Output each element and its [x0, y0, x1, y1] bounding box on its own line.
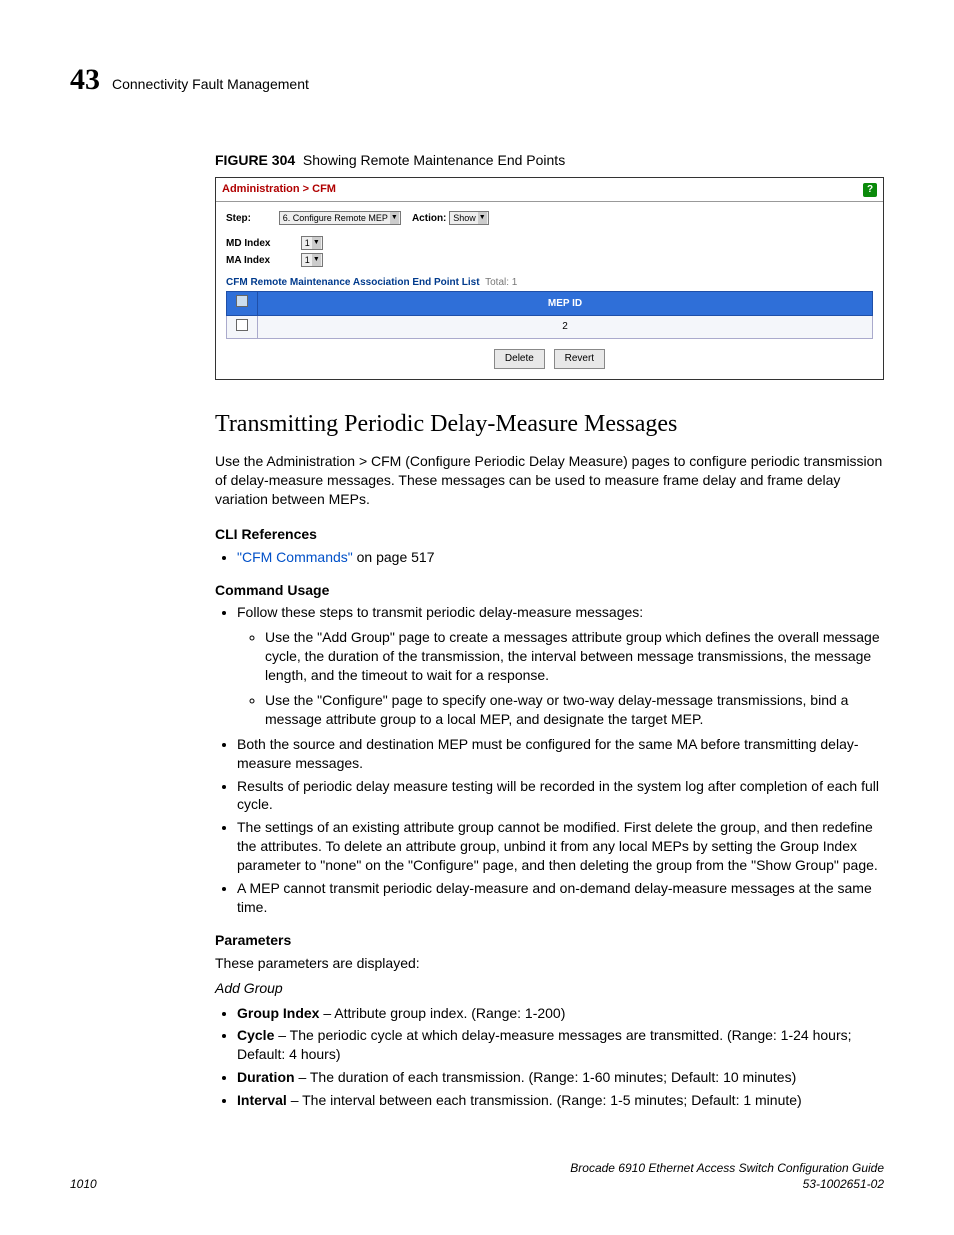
md-index-dropdown[interactable]: 1 — [301, 236, 323, 250]
list-title-text: CFM Remote Maintenance Association End P… — [226, 277, 480, 288]
usage-item: The settings of an existing attribute gr… — [237, 818, 884, 875]
table-row: 2 — [227, 315, 873, 339]
delete-button[interactable]: Delete — [494, 349, 545, 369]
parameters-heading: Parameters — [215, 931, 884, 950]
usage-text: Follow these steps to transmit periodic … — [237, 604, 643, 620]
page-header: 43 Connectivity Fault Management — [70, 60, 884, 101]
select-all-header[interactable] — [227, 292, 258, 316]
param-desc: – The periodic cycle at which delay-meas… — [237, 1027, 852, 1062]
list-title: CFM Remote Maintenance Association End P… — [226, 276, 873, 290]
figure-caption: FIGURE 304 Showing Remote Maintenance En… — [215, 151, 884, 170]
param-desc: – The duration of each transmission. (Ra… — [295, 1069, 797, 1085]
cli-reference-item: "CFM Commands" on page 517 — [237, 548, 884, 567]
param-item: Interval – The interval between each tra… — [237, 1091, 884, 1110]
section-title: Transmitting Periodic Delay-Measure Mess… — [215, 408, 884, 440]
figure-caption-text: Showing Remote Maintenance End Points — [303, 152, 565, 168]
usage-item: Results of periodic delay measure testin… — [237, 777, 884, 815]
add-group-heading: Add Group — [215, 979, 884, 998]
usage-subitem: Use the "Add Group" page to create a mes… — [265, 628, 884, 685]
param-item: Cycle – The periodic cycle at which dela… — [237, 1026, 884, 1064]
revert-button[interactable]: Revert — [554, 349, 605, 369]
step-dropdown[interactable]: 6. Configure Remote MEP — [279, 211, 401, 225]
row-checkbox-cell[interactable] — [227, 315, 258, 339]
chapter-number: 43 — [70, 60, 100, 101]
cfm-commands-link[interactable]: "CFM Commands" — [237, 549, 353, 565]
figure-label: FIGURE 304 — [215, 152, 295, 168]
doc-number: 53-1002651-02 — [570, 1176, 884, 1192]
param-name: Duration — [237, 1069, 295, 1085]
cli-references-heading: CLI References — [215, 525, 884, 544]
usage-item: A MEP cannot transmit periodic delay-mea… — [237, 879, 884, 917]
param-desc: – The interval between each transmission… — [287, 1092, 802, 1108]
ma-index-label: MA Index — [226, 254, 298, 268]
page-footer: 1010 Brocade 6910 Ethernet Access Switch… — [70, 1160, 884, 1192]
step-action-row: Step: 6. Configure Remote MEP Action: Sh… — [226, 211, 873, 226]
usage-item: Follow these steps to transmit periodic … — [237, 603, 884, 728]
col-mepid: MEP ID — [258, 292, 873, 316]
book-title: Brocade 6910 Ethernet Access Switch Conf… — [570, 1160, 884, 1176]
md-index-row: MD Index 1 — [226, 236, 873, 251]
breadcrumb-bar: Administration > CFM ? — [216, 178, 883, 202]
ma-index-dropdown[interactable]: 1 — [301, 253, 323, 267]
figure-screenshot: Administration > CFM ? Step: 6. Configur… — [215, 177, 884, 379]
section-intro: Use the Administration > CFM (Configure … — [215, 452, 884, 509]
chapter-title: Connectivity Fault Management — [112, 75, 309, 94]
row-mepid: 2 — [258, 315, 873, 339]
step-label: Step: — [226, 212, 276, 226]
param-name: Group Index — [237, 1005, 319, 1021]
mep-table: MEP ID 2 — [226, 291, 873, 339]
action-dropdown[interactable]: Show — [449, 211, 489, 225]
usage-item: Both the source and destination MEP must… — [237, 735, 884, 773]
param-name: Interval — [237, 1092, 287, 1108]
param-item: Duration – The duration of each transmis… — [237, 1068, 884, 1087]
ma-index-row: MA Index 1 — [226, 253, 873, 268]
command-usage-heading: Command Usage — [215, 581, 884, 600]
total-label: Total: — [485, 277, 509, 288]
help-icon[interactable]: ? — [863, 183, 877, 197]
md-index-label: MD Index — [226, 237, 298, 251]
param-name: Cycle — [237, 1027, 274, 1043]
total-value: 1 — [512, 277, 518, 288]
param-desc: – Attribute group index. (Range: 1-200) — [319, 1005, 565, 1021]
breadcrumb: Administration > CFM — [222, 182, 336, 197]
action-label: Action: — [412, 212, 446, 226]
usage-subitem: Use the "Configure" page to specify one-… — [265, 691, 884, 729]
cfm-commands-suffix: on page 517 — [353, 549, 435, 565]
parameters-intro: These parameters are displayed: — [215, 954, 884, 973]
page-number: 1010 — [70, 1176, 97, 1192]
param-item: Group Index – Attribute group index. (Ra… — [237, 1004, 884, 1023]
